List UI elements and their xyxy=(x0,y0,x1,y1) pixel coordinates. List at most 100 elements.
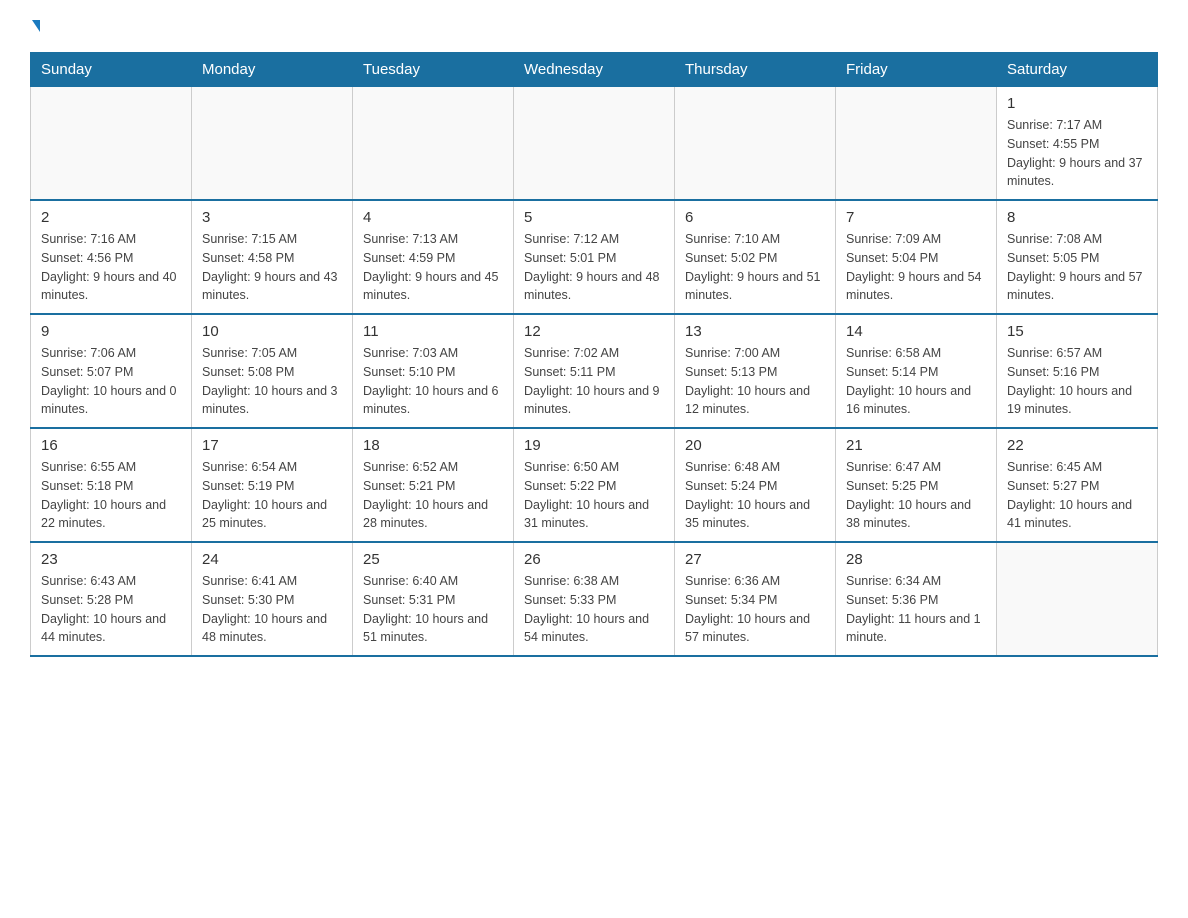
calendar-cell: 4 Sunrise: 7:13 AM Sunset: 4:59 PM Daylig… xyxy=(353,200,514,314)
day-info: Sunrise: 6:50 AM Sunset: 5:22 PM Dayligh… xyxy=(524,458,664,533)
calendar-week-row: 16Sunrise: 6:55 AM Sunset: 5:18 PM Dayli… xyxy=(31,428,1158,542)
calendar-cell: 11 Sunrise: 7:03 AM Sunset: 5:10 PM Dayli… xyxy=(353,314,514,428)
day-info: Sunrise: 7:02 AM Sunset: 5:11 PM Dayligh… xyxy=(524,344,664,419)
day-info: Sunrise: 6:55 AM Sunset: 5:18 PM Dayligh… xyxy=(41,458,181,533)
day-info: Sunrise: 7:08 AM Sunset: 5:05 PM Dayligh… xyxy=(1007,230,1147,305)
calendar-cell: 13 Sunrise: 7:00 AM Sunset: 5:13 PM Dayli… xyxy=(675,314,836,428)
calendar-cell: 19 Sunrise: 6:50 AM Sunset: 5:22 PM Dayli… xyxy=(514,428,675,542)
day-info: Sunrise: 6:52 AM Sunset: 5:21 PM Dayligh… xyxy=(363,458,503,533)
day-number: 18 xyxy=(363,437,503,454)
calendar-cell: 12 Sunrise: 7:02 AM Sunset: 5:11 PM Dayli… xyxy=(514,314,675,428)
calendar-day-header: Sunday xyxy=(31,53,192,87)
day-info: Sunrise: 7:17 AM Sunset: 4:55 PM Dayligh… xyxy=(1007,116,1147,191)
calendar-cell xyxy=(192,87,353,201)
calendar-cell: 18 Sunrise: 6:52 AM Sunset: 5:21 PM Dayli… xyxy=(353,428,514,542)
day-number: 4 xyxy=(363,209,503,226)
day-info: Sunrise: 6:54 AM Sunset: 5:19 PM Dayligh… xyxy=(202,458,342,533)
logo-triangle-icon xyxy=(32,20,40,32)
day-info: Sunrise: 6:48 AM Sunset: 5:24 PM Dayligh… xyxy=(685,458,825,533)
calendar-day-header: Monday xyxy=(192,53,353,87)
calendar-cell: 5 Sunrise: 7:12 AM Sunset: 5:01 PM Daylig… xyxy=(514,200,675,314)
day-info: Sunrise: 6:43 AM Sunset: 5:28 PM Dayligh… xyxy=(41,572,181,647)
day-info: Sunrise: 7:03 AM Sunset: 5:10 PM Dayligh… xyxy=(363,344,503,419)
day-info: Sunrise: 6:58 AM Sunset: 5:14 PM Dayligh… xyxy=(846,344,986,419)
day-info: Sunrise: 6:40 AM Sunset: 5:31 PM Dayligh… xyxy=(363,572,503,647)
day-info: Sunrise: 7:15 AM Sunset: 4:58 PM Dayligh… xyxy=(202,230,342,305)
calendar-day-header: Tuesday xyxy=(353,53,514,87)
day-number: 27 xyxy=(685,551,825,568)
page-header xyxy=(30,20,1158,32)
calendar-cell: 21 Sunrise: 6:47 AM Sunset: 5:25 PM Dayli… xyxy=(836,428,997,542)
calendar-cell: 27 Sunrise: 6:36 AM Sunset: 5:34 PM Dayli… xyxy=(675,542,836,656)
day-number: 7 xyxy=(846,209,986,226)
calendar-body: 1 Sunrise: 7:17 AM Sunset: 4:55 PM Daylig… xyxy=(31,87,1158,657)
calendar-cell xyxy=(514,87,675,201)
day-number: 9 xyxy=(41,323,181,340)
calendar-cell: 26 Sunrise: 6:38 AM Sunset: 5:33 PM Dayli… xyxy=(514,542,675,656)
day-number: 23 xyxy=(41,551,181,568)
calendar-cell xyxy=(836,87,997,201)
calendar-cell xyxy=(353,87,514,201)
day-info: Sunrise: 7:16 AM Sunset: 4:56 PM Dayligh… xyxy=(41,230,181,305)
day-info: Sunrise: 6:34 AM Sunset: 5:36 PM Dayligh… xyxy=(846,572,986,647)
day-number: 21 xyxy=(846,437,986,454)
calendar-header-row: SundayMondayTuesdayWednesdayThursdayFrid… xyxy=(31,53,1158,87)
calendar-week-row: 9Sunrise: 7:06 AM Sunset: 5:07 PM Daylig… xyxy=(31,314,1158,428)
calendar-cell: 15 Sunrise: 6:57 AM Sunset: 5:16 PM Dayli… xyxy=(997,314,1158,428)
day-number: 10 xyxy=(202,323,342,340)
calendar-cell xyxy=(675,87,836,201)
day-number: 12 xyxy=(524,323,664,340)
calendar-week-row: 2 Sunrise: 7:16 AM Sunset: 4:56 PM Daylig… xyxy=(31,200,1158,314)
logo xyxy=(30,20,40,32)
calendar-cell: 2 Sunrise: 7:16 AM Sunset: 4:56 PM Daylig… xyxy=(31,200,192,314)
day-number: 25 xyxy=(363,551,503,568)
calendar-cell: 23 Sunrise: 6:43 AM Sunset: 5:28 PM Dayli… xyxy=(31,542,192,656)
day-number: 17 xyxy=(202,437,342,454)
calendar-cell: 22 Sunrise: 6:45 AM Sunset: 5:27 PM Dayli… xyxy=(997,428,1158,542)
day-number: 24 xyxy=(202,551,342,568)
day-info: Sunrise: 7:12 AM Sunset: 5:01 PM Dayligh… xyxy=(524,230,664,305)
day-info: Sunrise: 6:45 AM Sunset: 5:27 PM Dayligh… xyxy=(1007,458,1147,533)
calendar-cell: 10 Sunrise: 7:05 AM Sunset: 5:08 PM Dayli… xyxy=(192,314,353,428)
calendar-cell xyxy=(31,87,192,201)
calendar-cell: 17 Sunrise: 6:54 AM Sunset: 5:19 PM Dayli… xyxy=(192,428,353,542)
day-number: 5 xyxy=(524,209,664,226)
day-info: Sunrise: 6:38 AM Sunset: 5:33 PM Dayligh… xyxy=(524,572,664,647)
day-info: Sunrise: 6:57 AM Sunset: 5:16 PM Dayligh… xyxy=(1007,344,1147,419)
day-info: Sunrise: 6:47 AM Sunset: 5:25 PM Dayligh… xyxy=(846,458,986,533)
day-number: 28 xyxy=(846,551,986,568)
day-number: 19 xyxy=(524,437,664,454)
day-number: 14 xyxy=(846,323,986,340)
calendar-cell: 28 Sunrise: 6:34 AM Sunset: 5:36 PM Dayli… xyxy=(836,542,997,656)
day-number: 22 xyxy=(1007,437,1147,454)
day-number: 26 xyxy=(524,551,664,568)
day-info: Sunrise: 7:00 AM Sunset: 5:13 PM Dayligh… xyxy=(685,344,825,419)
day-number: 15 xyxy=(1007,323,1147,340)
calendar-week-row: 23 Sunrise: 6:43 AM Sunset: 5:28 PM Dayli… xyxy=(31,542,1158,656)
day-info: Sunrise: 7:13 AM Sunset: 4:59 PM Dayligh… xyxy=(363,230,503,305)
calendar-week-row: 1 Sunrise: 7:17 AM Sunset: 4:55 PM Daylig… xyxy=(31,87,1158,201)
day-number: 2 xyxy=(41,209,181,226)
calendar-day-header: Saturday xyxy=(997,53,1158,87)
day-number: 20 xyxy=(685,437,825,454)
day-info: Sunrise: 7:09 AM Sunset: 5:04 PM Dayligh… xyxy=(846,230,986,305)
calendar-cell: 9Sunrise: 7:06 AM Sunset: 5:07 PM Daylig… xyxy=(31,314,192,428)
calendar-day-header: Wednesday xyxy=(514,53,675,87)
day-info: Sunrise: 6:41 AM Sunset: 5:30 PM Dayligh… xyxy=(202,572,342,647)
day-number: 11 xyxy=(363,323,503,340)
calendar-table: SundayMondayTuesdayWednesdayThursdayFrid… xyxy=(30,52,1158,657)
calendar-cell: 3Sunrise: 7:15 AM Sunset: 4:58 PM Daylig… xyxy=(192,200,353,314)
calendar-cell: 24 Sunrise: 6:41 AM Sunset: 5:30 PM Dayli… xyxy=(192,542,353,656)
calendar-cell: 25 Sunrise: 6:40 AM Sunset: 5:31 PM Dayli… xyxy=(353,542,514,656)
day-info: Sunrise: 7:05 AM Sunset: 5:08 PM Dayligh… xyxy=(202,344,342,419)
day-number: 1 xyxy=(1007,95,1147,112)
day-number: 6 xyxy=(685,209,825,226)
calendar-day-header: Friday xyxy=(836,53,997,87)
calendar-cell: 20 Sunrise: 6:48 AM Sunset: 5:24 PM Dayli… xyxy=(675,428,836,542)
calendar-header: SundayMondayTuesdayWednesdayThursdayFrid… xyxy=(31,53,1158,87)
day-number: 8 xyxy=(1007,209,1147,226)
calendar-day-header: Thursday xyxy=(675,53,836,87)
day-info: Sunrise: 6:36 AM Sunset: 5:34 PM Dayligh… xyxy=(685,572,825,647)
day-number: 13 xyxy=(685,323,825,340)
calendar-cell: 8 Sunrise: 7:08 AM Sunset: 5:05 PM Daylig… xyxy=(997,200,1158,314)
